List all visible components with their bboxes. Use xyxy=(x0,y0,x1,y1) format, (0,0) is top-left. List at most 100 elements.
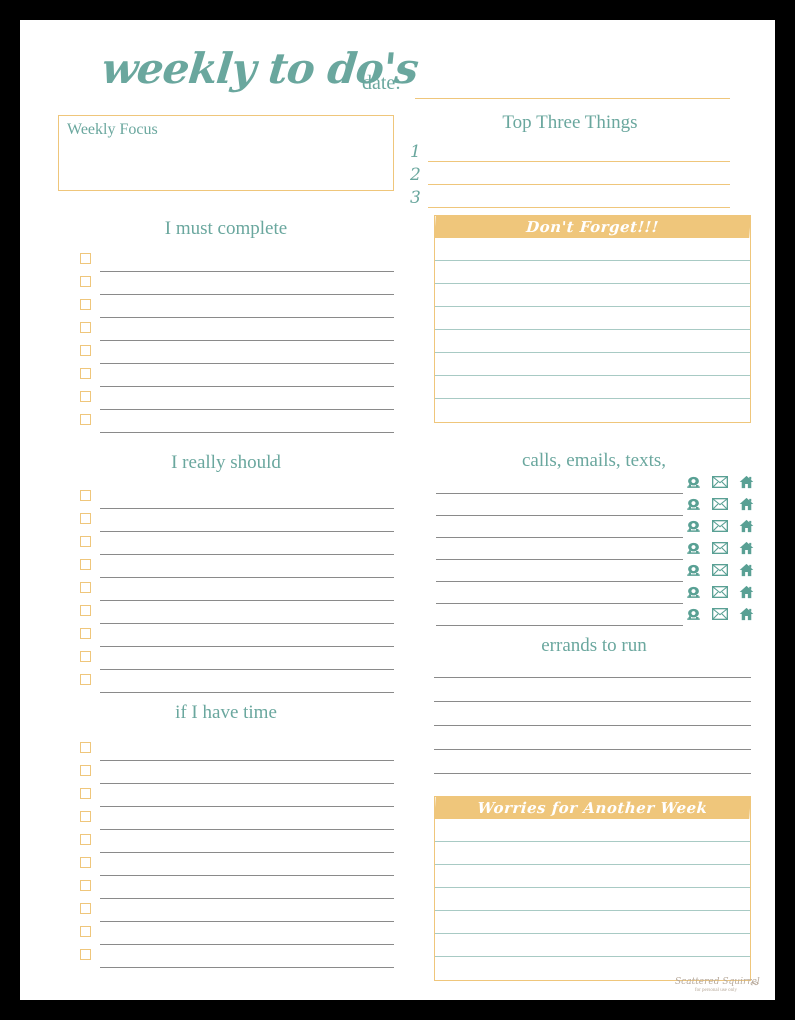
checkbox-row[interactable] xyxy=(58,297,394,320)
checkbox-row[interactable] xyxy=(58,343,394,366)
phone-icon[interactable] xyxy=(686,520,701,533)
checkbox[interactable] xyxy=(80,582,91,593)
checkbox-row[interactable] xyxy=(58,786,394,809)
checkbox[interactable] xyxy=(80,391,91,402)
worries-row[interactable] xyxy=(435,865,750,888)
write-line[interactable] xyxy=(436,493,683,494)
checkbox-row[interactable] xyxy=(58,366,394,389)
house-icon[interactable] xyxy=(739,585,754,599)
checkbox[interactable] xyxy=(80,628,91,639)
envelope-icon[interactable] xyxy=(712,520,728,532)
phone-icon[interactable] xyxy=(686,476,701,489)
write-line[interactable] xyxy=(100,944,394,945)
phone-icon[interactable] xyxy=(686,498,701,511)
dont-forget-row[interactable] xyxy=(435,376,750,399)
house-icon[interactable] xyxy=(739,563,754,577)
checkbox-row[interactable] xyxy=(58,251,394,274)
errand-line[interactable] xyxy=(434,677,751,678)
top-three-row[interactable]: 3 xyxy=(410,188,730,211)
worries-row[interactable] xyxy=(435,842,750,865)
checkbox[interactable] xyxy=(80,857,91,868)
checkbox[interactable] xyxy=(80,605,91,616)
checkbox-row[interactable] xyxy=(58,603,394,626)
write-line[interactable] xyxy=(100,554,394,555)
contact-row[interactable] xyxy=(434,541,754,564)
dont-forget-row[interactable] xyxy=(435,261,750,284)
phone-icon[interactable] xyxy=(686,542,701,555)
envelope-icon[interactable] xyxy=(712,476,728,488)
write-line[interactable] xyxy=(100,363,394,364)
house-icon[interactable] xyxy=(739,475,754,489)
write-line[interactable] xyxy=(100,577,394,578)
phone-icon[interactable] xyxy=(686,564,701,577)
write-line[interactable] xyxy=(100,898,394,899)
house-icon[interactable] xyxy=(739,607,754,621)
write-line[interactable] xyxy=(100,669,394,670)
envelope-icon[interactable] xyxy=(712,608,728,620)
write-line[interactable] xyxy=(436,581,683,582)
checkbox-row[interactable] xyxy=(58,626,394,649)
write-line[interactable] xyxy=(100,646,394,647)
errand-line[interactable] xyxy=(434,773,751,774)
write-line[interactable] xyxy=(100,967,394,968)
envelope-icon[interactable] xyxy=(712,564,728,576)
write-line[interactable] xyxy=(100,760,394,761)
write-line[interactable] xyxy=(100,783,394,784)
checkbox-row[interactable] xyxy=(58,557,394,580)
checkbox[interactable] xyxy=(80,513,91,524)
checkbox[interactable] xyxy=(80,253,91,264)
checkbox-row[interactable] xyxy=(58,488,394,511)
envelope-icon[interactable] xyxy=(712,542,728,554)
dont-forget-row[interactable] xyxy=(435,284,750,307)
errand-line[interactable] xyxy=(434,701,751,702)
write-line[interactable] xyxy=(100,386,394,387)
dont-forget-row[interactable] xyxy=(435,238,750,261)
worries-row[interactable] xyxy=(435,888,750,911)
checkbox-row[interactable] xyxy=(58,924,394,947)
checkbox[interactable] xyxy=(80,559,91,570)
envelope-icon[interactable] xyxy=(712,586,728,598)
write-line[interactable] xyxy=(100,531,394,532)
errand-line[interactable] xyxy=(434,749,751,750)
write-line[interactable] xyxy=(100,432,394,433)
errand-line[interactable] xyxy=(434,725,751,726)
checkbox[interactable] xyxy=(80,536,91,547)
checkbox[interactable] xyxy=(80,674,91,685)
write-line[interactable] xyxy=(100,294,394,295)
write-line[interactable] xyxy=(100,852,394,853)
worries-row[interactable] xyxy=(435,934,750,957)
write-line[interactable] xyxy=(100,409,394,410)
checkbox-row[interactable] xyxy=(58,389,394,412)
dont-forget-row[interactable] xyxy=(435,307,750,330)
write-line[interactable] xyxy=(436,515,683,516)
checkbox[interactable] xyxy=(80,368,91,379)
phone-icon[interactable] xyxy=(686,586,701,599)
checkbox-row[interactable] xyxy=(58,580,394,603)
write-line[interactable] xyxy=(100,623,394,624)
top-three-line[interactable] xyxy=(428,184,730,185)
write-line[interactable] xyxy=(100,600,394,601)
checkbox-row[interactable] xyxy=(58,947,394,970)
checkbox[interactable] xyxy=(80,765,91,776)
house-icon[interactable] xyxy=(739,519,754,533)
write-line[interactable] xyxy=(100,317,394,318)
write-line[interactable] xyxy=(100,806,394,807)
write-line[interactable] xyxy=(436,537,683,538)
checkbox-row[interactable] xyxy=(58,878,394,901)
checkbox-row[interactable] xyxy=(58,534,394,557)
write-line[interactable] xyxy=(436,559,683,560)
checkbox[interactable] xyxy=(80,949,91,960)
write-line[interactable] xyxy=(436,625,683,626)
dont-forget-row[interactable] xyxy=(435,353,750,376)
checkbox[interactable] xyxy=(80,788,91,799)
weekly-focus-box[interactable]: Weekly Focus xyxy=(58,115,394,191)
checkbox-row[interactable] xyxy=(58,320,394,343)
house-icon[interactable] xyxy=(739,497,754,511)
checkbox-row[interactable] xyxy=(58,855,394,878)
checkbox[interactable] xyxy=(80,742,91,753)
contact-row[interactable] xyxy=(434,607,754,630)
checkbox-row[interactable] xyxy=(58,809,394,832)
contact-row[interactable] xyxy=(434,519,754,542)
checkbox[interactable] xyxy=(80,903,91,914)
checkbox-row[interactable] xyxy=(58,901,394,924)
